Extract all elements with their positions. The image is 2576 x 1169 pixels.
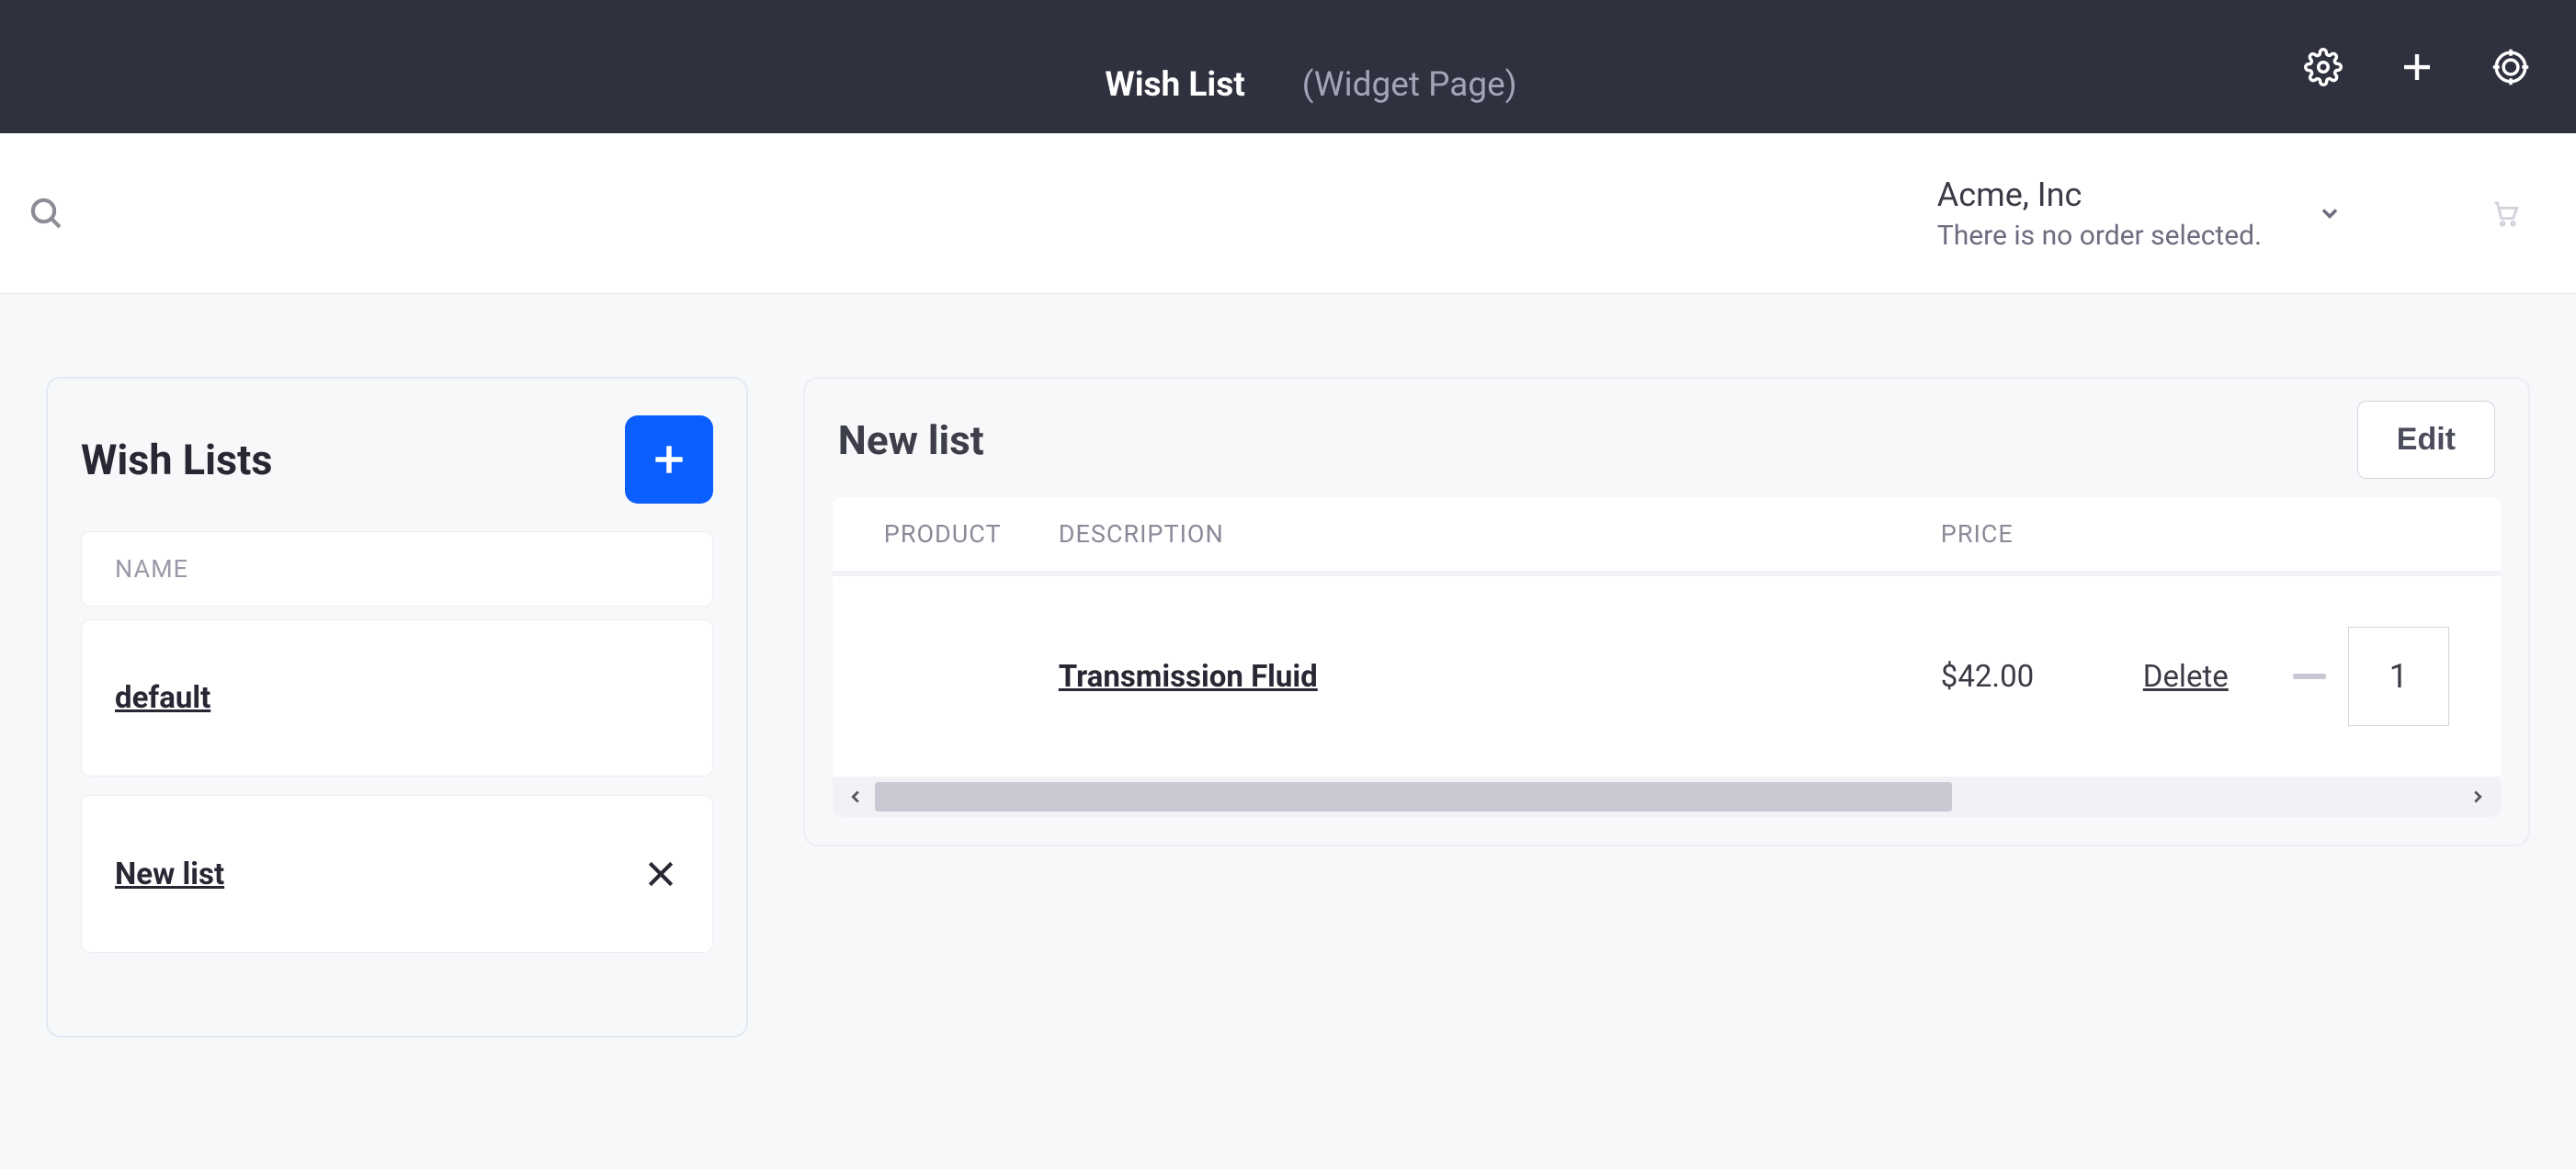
- detail-header: New list Edit: [833, 401, 2501, 479]
- products-table: PRODUCT DESCRIPTION PRICE Transmission F…: [833, 497, 2501, 817]
- wish-list-link[interactable]: default: [115, 680, 210, 716]
- sub-header: Acme, Inc There is no order selected.: [0, 133, 2576, 294]
- cart-icon[interactable]: [2490, 198, 2521, 229]
- wish-lists-header: Wish Lists: [81, 415, 713, 504]
- table-row: Transmission Fluid $42.00 Delete 1: [833, 576, 2501, 777]
- account-subtext: There is no order selected.: [1937, 220, 2262, 252]
- top-header: Wish List (Widget Page): [0, 0, 2576, 133]
- account-selector[interactable]: Acme, Inc There is no order selected.: [1937, 176, 2453, 252]
- col-header-description: DESCRIPTION: [1059, 519, 1941, 549]
- wish-list-link[interactable]: New list: [115, 857, 224, 892]
- gear-icon[interactable]: [2304, 48, 2343, 86]
- account-name: Acme, Inc: [1937, 176, 2262, 214]
- topbar-actions: [2304, 48, 2530, 86]
- main-content: Wish Lists NAME default New list New lis…: [0, 294, 2576, 1084]
- product-name-link[interactable]: Transmission Fluid: [1059, 659, 1318, 695]
- plus-icon[interactable]: [2398, 48, 2436, 86]
- page-title-main: Wish List: [1059, 0, 1290, 151]
- scrollbar-thumb[interactable]: [875, 782, 1952, 811]
- table-header-row: PRODUCT DESCRIPTION PRICE: [833, 497, 2501, 576]
- page-title: Wish List (Widget Page): [1059, 0, 1516, 151]
- col-header-price: PRICE: [1941, 519, 2097, 549]
- product-price: $42.00: [1941, 659, 2097, 695]
- chevron-down-icon: [2317, 200, 2343, 226]
- wish-lists-title: Wish Lists: [81, 436, 273, 484]
- quantity-control: 1: [2293, 627, 2449, 726]
- wish-list-detail-panel: New list Edit PRODUCT DESCRIPTION PRICE …: [803, 377, 2530, 846]
- delete-link[interactable]: Delete: [2143, 659, 2229, 695]
- close-icon[interactable]: [642, 856, 679, 892]
- account-text: Acme, Inc There is no order selected.: [1937, 176, 2262, 252]
- chevron-left-icon[interactable]: [845, 787, 866, 807]
- chevron-right-icon[interactable]: [2468, 787, 2488, 807]
- quantity-input[interactable]: 1: [2348, 627, 2449, 726]
- minus-icon[interactable]: [2293, 674, 2326, 679]
- detail-title: New list: [838, 416, 984, 464]
- scrollbar-track[interactable]: [875, 782, 2458, 811]
- wish-lists-column-header: NAME: [81, 531, 713, 607]
- col-header-product: PRODUCT: [884, 519, 1059, 549]
- wish-lists-panel: Wish Lists NAME default New list: [46, 377, 748, 1038]
- wish-list-item[interactable]: New list: [81, 795, 713, 953]
- target-icon[interactable]: [2491, 48, 2530, 86]
- edit-button[interactable]: Edit: [2357, 401, 2495, 479]
- horizontal-scrollbar[interactable]: [833, 777, 2501, 817]
- search-icon[interactable]: [28, 195, 64, 232]
- page-title-sub: (Widget Page): [1302, 65, 1517, 105]
- add-wish-list-button[interactable]: [625, 415, 713, 504]
- product-description-cell: Transmission Fluid: [1059, 659, 1941, 695]
- wish-list-item[interactable]: default: [81, 619, 713, 777]
